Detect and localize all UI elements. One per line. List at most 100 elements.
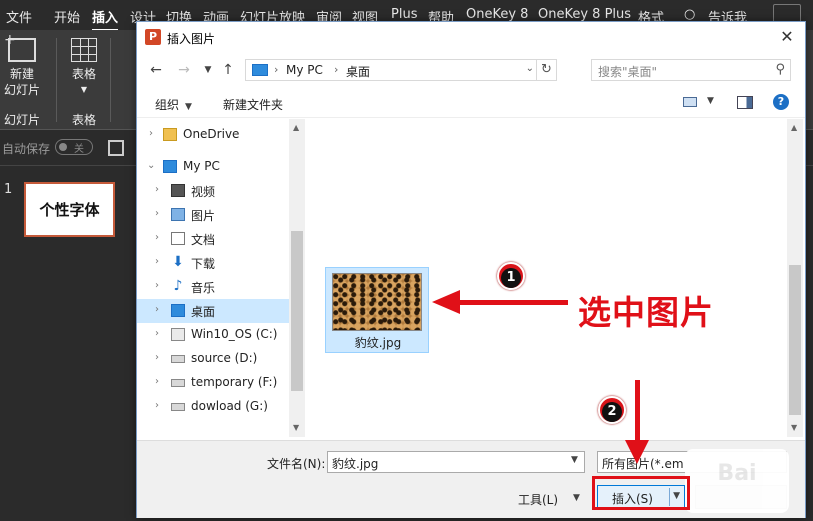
scroll-up-icon[interactable]: ▲ [791,123,797,132]
nav-item-pictures[interactable]: › 图片 [137,203,289,227]
tools-menu[interactable]: 工具(L) [518,491,558,508]
up-button[interactable]: ↑ [219,61,237,79]
tab-onekey8-plus[interactable]: OneKey 8 Plus [538,7,631,22]
nav-item-label: Win10_OS (C:) [191,327,278,341]
command-toolbar: 组织 ▼ 新建文件夹 ▼ ? [137,88,805,118]
scrollbar-thumb[interactable] [291,231,303,391]
chevron-right-icon[interactable]: › [155,208,159,219]
chevron-right-icon[interactable]: › [155,280,159,291]
table-button[interactable]: 表格 ▼ [66,38,102,98]
autosave-toggle[interactable]: 关 [55,139,93,155]
nav-item-my-pc[interactable]: ⌄ My PC [137,155,289,179]
desktop-folder-icon [171,304,185,317]
nav-item-label: 图片 [191,209,216,223]
ribbon-divider [56,38,57,122]
chevron-right-icon[interactable]: › [155,184,159,195]
step-2-badge: 2 [598,396,626,424]
nav-item-label: 下载 [191,257,216,271]
search-icon[interactable]: ○ [684,7,695,22]
computer-icon [163,160,177,173]
chevron-right-icon[interactable]: › [155,328,159,339]
search-box[interactable]: 搜索"桌面" ⚲ [591,59,791,81]
breadcrumb-my-pc[interactable]: My PC [286,63,323,77]
view-options-icon[interactable] [683,97,697,107]
nav-item-label: 文档 [191,233,216,247]
nav-item-onedrive[interactable]: › OneDrive [137,123,289,147]
tab-file[interactable]: 文件 [6,7,32,26]
nav-item-label: dowload (G:) [191,399,268,413]
dialog-footer: 文件名(N): 豹纹.jpg ▼ 所有图片(*.em 工具(L) ▼ 插入(S)… [137,440,805,518]
nav-pane-scrollbar[interactable]: ▲ ▼ [289,119,305,437]
nav-item-videos[interactable]: › 视频 [137,179,289,203]
nav-item-drive-c[interactable]: › Win10_OS (C:) [137,323,289,347]
tab-onekey8[interactable]: OneKey 8 [466,7,528,22]
tab-home[interactable]: 开始 [54,7,80,26]
nav-item-label: 音乐 [191,281,216,295]
arrow-down-icon [625,440,649,464]
dialog-title: 插入图片 [167,32,216,46]
chevron-right-icon[interactable]: › [155,376,159,387]
nav-item-music[interactable]: › ♪ 音乐 [137,275,289,299]
chevron-right-icon[interactable]: › [155,352,159,363]
chevron-down-icon: ▼ [80,85,88,94]
chevron-down-icon[interactable]: ▼ [707,96,714,106]
folder-icon [163,128,177,141]
computer-icon [252,64,268,76]
annotation-arrow [635,380,640,444]
new-folder-button[interactable]: 新建文件夹 [223,96,283,113]
file-list: 豹纹.jpg ▲ ▼ [307,119,803,439]
search-input[interactable]: 搜索"桌面" [598,63,657,80]
chevron-right-icon[interactable]: › [155,232,159,243]
file-item[interactable]: 豹纹.jpg [325,267,429,353]
tab-plus[interactable]: Plus [391,7,417,22]
address-bar[interactable]: › My PC › 桌面 ⌄ ↻ [245,59,557,81]
chevron-down-icon[interactable]: ▼ [571,455,578,465]
chevron-down-icon[interactable]: ▼ [573,493,580,503]
forward-button[interactable]: → [175,61,193,79]
close-button[interactable]: ✕ [777,27,797,47]
recent-locations-button[interactable]: ▼ [199,61,217,79]
scrollbar-thumb[interactable] [789,265,801,415]
help-icon[interactable]: ? [773,94,789,110]
slide-number: 1 [4,182,13,197]
watermark-text: Bai [717,461,757,486]
step-2-number: 2 [602,402,622,422]
filename-label: 文件名(N): [267,457,326,471]
refresh-button[interactable]: ↻ [536,60,556,80]
scroll-up-icon[interactable]: ▲ [293,123,299,132]
nav-item-drive-g[interactable]: › dowload (G:) [137,395,289,419]
chevron-down-icon[interactable]: ⌄ [526,63,534,74]
tab-insert[interactable]: 插入 [92,7,119,31]
chevron-down-icon[interactable]: ⌄ [147,160,155,171]
scroll-down-icon[interactable]: ▼ [791,423,797,432]
watermark-logo: Bai [685,449,789,513]
drive-icon [171,379,185,387]
chevron-right-icon[interactable]: › [155,256,159,267]
chevron-right-icon[interactable]: › [155,304,159,315]
nav-item-desktop[interactable]: › 桌面 [137,299,289,323]
breadcrumb-desktop[interactable]: 桌面 [346,63,370,80]
dialog-title-bar: P 插入图片 ✕ [137,22,805,52]
save-icon[interactable] [108,140,124,156]
file-list-scrollbar[interactable]: ▲ ▼ [787,119,803,437]
nav-item-drive-f[interactable]: › temporary (F:) [137,371,289,395]
ribbon-divider [110,38,111,122]
chevron-right-icon[interactable]: › [155,400,159,411]
new-slide-label-2: 幻灯片 [4,83,41,97]
downloads-folder-icon: ⬇ [172,254,184,270]
filename-field[interactable]: 豹纹.jpg [327,451,585,473]
search-icon: ⚲ [775,62,785,77]
nav-item-drive-d[interactable]: › source (D:) [137,347,289,371]
organize-label: 组织 [155,98,180,112]
chevron-right-icon: › [274,63,279,76]
organize-menu[interactable]: 组织 ▼ [155,96,192,113]
nav-item-downloads[interactable]: › ⬇ 下载 [137,251,289,275]
preview-pane-icon[interactable] [737,96,753,109]
slide-thumbnail[interactable]: 个性字体 [24,182,115,237]
chevron-right-icon[interactable]: › [149,128,153,139]
new-slide-button[interactable]: + 新建 幻灯片 [4,32,41,98]
scroll-down-icon[interactable]: ▼ [293,423,299,432]
back-button[interactable]: ← [147,61,165,79]
group-label-table: 表格 [72,113,97,127]
nav-item-documents[interactable]: › 文档 [137,227,289,251]
